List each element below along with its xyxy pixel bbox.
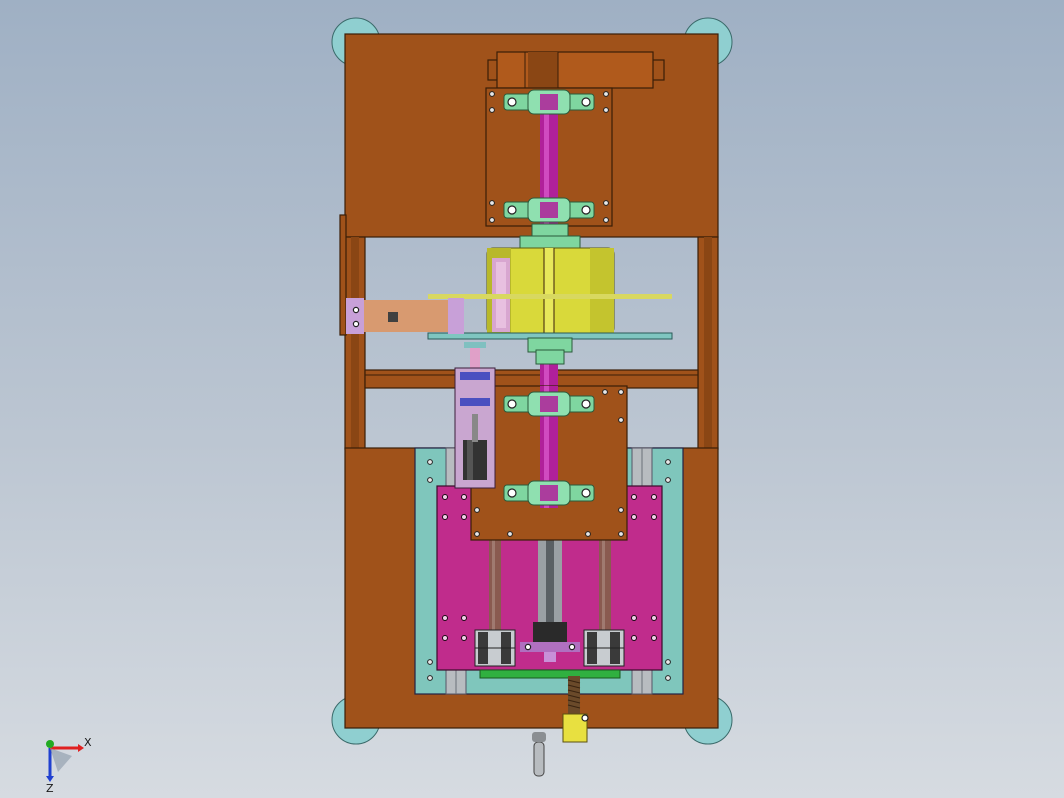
drum-top-disc: [428, 294, 672, 299]
frame-right-post-inner: [704, 237, 712, 449]
drum-body-shade-2: [590, 248, 614, 334]
pillow-block-3-front: [503, 391, 595, 417]
frame-left-ear: [339, 214, 347, 336]
crank-pivot: [581, 714, 589, 722]
motor-body-shade: [528, 52, 558, 88]
actuator-clamp-1: [460, 372, 490, 380]
cad-viewport[interactable]: X Z: [0, 0, 1064, 798]
side-arm-block: [388, 312, 398, 322]
triad-x-label: X: [84, 736, 92, 749]
bearing-block-left: [474, 629, 516, 667]
side-arm: [346, 298, 464, 334]
pillow-block-4-front: [503, 480, 595, 506]
lead-screw: [546, 536, 554, 628]
bottom-green-strip: [479, 669, 621, 679]
frame-cross-bar: [364, 369, 699, 389]
side-arm-end-cap: [346, 298, 364, 334]
triad-z-label: Z: [46, 782, 54, 795]
guide-rod-right-hl: [602, 536, 605, 632]
nut-block: [533, 622, 567, 644]
drum-hub-bottom-2: [535, 349, 565, 365]
side-arm-bar: [348, 300, 460, 332]
triad-y-axis: [46, 740, 54, 748]
motor-mount-right-tab: [651, 59, 665, 81]
mechanism-assembly-drawing[interactable]: X Z: [0, 0, 1064, 798]
coordinate-triad: X Z: [46, 736, 92, 795]
actuator-cylinder-hl: [467, 440, 473, 480]
bearing-block-right: [583, 629, 625, 667]
side-arm-bolt-1: [352, 306, 360, 314]
vertical-actuator: [454, 342, 496, 489]
nut-bracket-bolt-2: [568, 643, 576, 651]
actuator-clamp-2: [460, 398, 490, 406]
motor-body: [496, 51, 654, 89]
pillow-block-1: [503, 89, 595, 115]
actuator-rod: [472, 414, 478, 442]
actuator-rod-top-cap: [464, 342, 486, 348]
guide-rod-left-hl: [492, 536, 495, 632]
crank-knob: [532, 732, 546, 742]
triad-origin-shade: [50, 748, 72, 772]
motor-block: [487, 51, 665, 89]
nut-bracket-bolt-1: [524, 643, 532, 651]
side-arm-bolt-2: [352, 320, 360, 328]
pillow-block-2: [503, 197, 595, 223]
actuator-cylinder: [463, 440, 487, 480]
nut-bracket-foot: [544, 652, 556, 662]
frame-left-post-inner: [351, 237, 359, 449]
crank-arm: [533, 741, 545, 777]
side-arm-slider: [448, 298, 464, 334]
